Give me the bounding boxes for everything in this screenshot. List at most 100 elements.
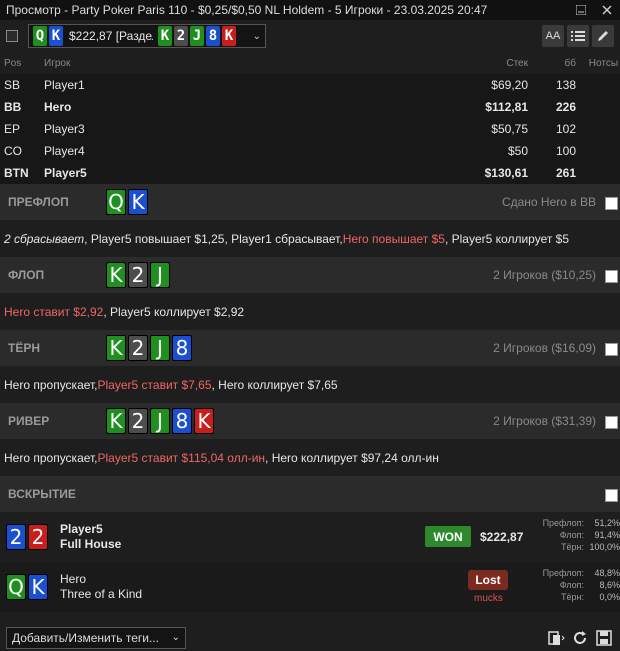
player-row[interactable]: SB Player1 $69,20 138 <box>0 74 620 96</box>
showdown-cards: 22 <box>6 524 60 550</box>
refresh-button[interactable] <box>570 628 590 648</box>
street-checkbox[interactable] <box>605 489 618 502</box>
save-icon <box>596 629 612 646</box>
list-icon <box>571 31 585 41</box>
card: K <box>28 574 48 600</box>
showdown-cards: QK <box>6 574 60 600</box>
player-bb: 138 <box>555 78 576 92</box>
showdown-player: Player5 <box>60 522 103 536</box>
street-info: Сдано Hero в BB <box>501 195 596 209</box>
card: J <box>190 26 204 46</box>
card: 2 <box>6 524 26 550</box>
equity-label: Префлоп: <box>542 568 584 578</box>
equity-table: Префлоп: 48,8% Флоп: 8,6% Тёрн: 0,0% <box>538 567 620 603</box>
card: K <box>194 408 214 434</box>
showdown-names: Player5 Full House <box>60 522 121 552</box>
street-cards: K2J8 <box>106 335 194 361</box>
card: 2 <box>128 335 148 361</box>
save-button[interactable] <box>594 628 614 648</box>
player-name: Player4 <box>44 144 85 158</box>
player-row[interactable]: BTN Player5 $130,61 261 <box>0 162 620 184</box>
player-name: Player3 <box>44 122 85 136</box>
card: Q <box>33 26 47 46</box>
header-player: Игрок <box>44 57 71 69</box>
close-button[interactable] <box>594 0 620 20</box>
card: 2 <box>128 262 148 288</box>
street-info: 2 Игроков ($31,39) <box>493 414 596 428</box>
street-checkbox[interactable] <box>605 270 618 283</box>
action-text: Player5 ставит $115,04 олл-ин <box>97 450 266 465</box>
card: 2 <box>28 524 48 550</box>
hand-select-board: K2J8K <box>158 26 236 46</box>
equity-value: 8,6% <box>599 580 620 590</box>
header-pos: Pos <box>4 57 22 69</box>
street-cards: K2J <box>106 262 172 288</box>
action-text: , Hero коллирует $97,24 олл-ин <box>265 450 439 465</box>
font-size-icon: AA <box>545 30 561 42</box>
street-cards: K2J8K <box>106 408 216 434</box>
street-name: ПРЕФЛОП <box>8 195 69 209</box>
street-checkbox[interactable] <box>605 343 618 356</box>
streets: ПРЕФЛОП Q K Сдано Hero в BB 2 сбрасывает, Pl… <box>0 184 620 512</box>
showdown-list: 2 2 Player5 Full House WON $222,87 Префлоп: 51,… <box>0 512 620 612</box>
card: 2 <box>128 408 148 434</box>
street-name: ФЛОП <box>8 268 45 282</box>
action-text: 2 сбрасывает <box>4 231 85 246</box>
equity-value: 91,4% <box>594 530 620 540</box>
action-text: , Player5 повышает $1,25, Player1 сбрасы… <box>84 231 343 246</box>
street-checkbox[interactable] <box>605 197 618 210</box>
tag-select[interactable]: Добавить/Изменить теги... ⌄ <box>6 626 186 649</box>
edit-button[interactable] <box>592 25 614 47</box>
street-info: 2 Игроков ($10,25) <box>493 268 596 282</box>
street-checkbox[interactable] <box>605 416 618 429</box>
action-text: Hero пропускает, <box>4 450 98 465</box>
title-bar: Просмотр - Party Poker Paris 110 - $0,25… <box>0 0 620 20</box>
equity-table: Префлоп: 51,2% Флоп: 91,4% Тёрн: 100,0% <box>538 517 620 553</box>
action-text: Hero ставит $2,92 <box>4 304 104 319</box>
equity-label: Тёрн: <box>561 592 584 602</box>
equity-row: Флоп: 8,6% <box>538 579 620 591</box>
action-text: Hero пропускает, <box>4 377 98 392</box>
card: 8 <box>172 408 192 434</box>
won-amount: $222,87 <box>480 530 524 544</box>
player-bb: 100 <box>555 144 576 158</box>
equity-label: Флоп: <box>559 580 584 590</box>
player-pos: BTN <box>4 166 29 180</box>
showdown-hand: Full House <box>60 537 122 551</box>
player-bb: 226 <box>555 100 576 114</box>
card: J <box>150 262 170 288</box>
street-header-river: РИВЕР K 2 J 8 K 2 Игроков ($31,39) <box>0 403 620 439</box>
player-stack: $50 <box>507 144 528 158</box>
player-pos: EP <box>4 122 21 136</box>
copy-button[interactable] <box>546 628 566 648</box>
card: K <box>106 408 126 434</box>
street-actions: Hero пропускает, Player5 ставит $115,04 … <box>0 439 620 476</box>
chevron-down-icon: ⌄ <box>252 30 261 42</box>
minimize-button[interactable] <box>568 0 594 20</box>
showdown-row: 2 2 Player5 Full House WON $222,87 Префлоп: 51,… <box>0 512 620 562</box>
refresh-icon <box>574 630 586 644</box>
player-row[interactable]: CO Player4 $50 100 <box>0 140 620 162</box>
street-name: ТЁРН <box>8 341 41 355</box>
action-text: Hero повышает $5 <box>342 231 445 246</box>
player-row[interactable]: BB Hero $112,81 226 <box>0 96 620 118</box>
card: 2 <box>174 26 188 46</box>
card: Q <box>6 574 26 600</box>
card: J <box>150 335 170 361</box>
card: K <box>158 26 172 46</box>
equity-row: Тёрн: 0,0% <box>538 591 620 603</box>
player-stack: $130,61 <box>484 166 528 180</box>
equity-label: Флоп: <box>559 530 584 540</box>
list-button[interactable] <box>567 25 589 47</box>
card: 8 <box>172 335 192 361</box>
window-title: Просмотр - Party Poker Paris 110 - $0,25… <box>6 3 488 17</box>
player-row[interactable]: EP Player3 $50,75 102 <box>0 118 620 140</box>
select-hand-checkbox[interactable] <box>6 30 18 42</box>
minimize-icon <box>576 5 586 15</box>
card: K <box>106 262 126 288</box>
card: K <box>106 335 126 361</box>
font-size-button[interactable]: AA <box>542 25 564 47</box>
chevron-down-icon: ⌄ <box>171 632 180 643</box>
hand-select-dropdown[interactable]: QK $222,87 [Раздели K2J8K ⌄ <box>28 24 266 48</box>
showdown-hand: Three of a Kind <box>60 587 143 601</box>
